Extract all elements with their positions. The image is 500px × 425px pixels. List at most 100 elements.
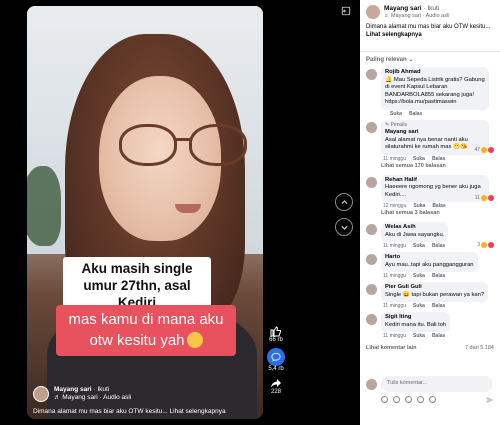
panel-follow-button[interactable]: · Ikuti	[423, 5, 439, 12]
comment-item: Rehan Halif Haeeere ngomong yg bener aku …	[360, 174, 500, 220]
reaction-summary[interactable]: 11	[474, 194, 494, 201]
comment-meta: 11 minggu Suka Balas	[381, 332, 450, 339]
comment-time[interactable]: 11 minggu	[383, 303, 406, 309]
avatar[interactable]	[366, 254, 377, 265]
video-author[interactable]: Mayang sari · Ikuti ♬ Mayang sari · Audi…	[33, 386, 131, 402]
avatar[interactable]	[366, 121, 377, 133]
comment-time[interactable]: 11 minggu	[383, 333, 406, 339]
share-icon	[271, 379, 281, 388]
author-badge: ✎ Penulis	[385, 121, 407, 128]
sticker-icon[interactable]	[429, 396, 436, 403]
comment-author[interactable]: Harto	[385, 254, 474, 262]
video-actions: 66 rb 5,4 rb 228	[266, 325, 286, 398]
previous-video-button[interactable]	[335, 193, 353, 211]
share-action[interactable]: 228	[270, 377, 282, 395]
comment-row: ✎ Penulis Mayang sari Asal alamat nya bena…	[360, 119, 500, 162]
like-comment-button[interactable]: Suka	[413, 303, 425, 309]
comment-row: Harto Ayu mau..tapi aku panggangguran 11 m…	[360, 252, 500, 279]
comment-author[interactable]: Welas Asih	[385, 224, 444, 232]
like-comment-button[interactable]: Suka	[413, 243, 425, 249]
avatar	[366, 378, 377, 390]
comment-time[interactable]: 12 minggu	[383, 203, 406, 209]
like-comment-button[interactable]: Suka	[413, 203, 425, 209]
grin-emoji-icon	[186, 332, 203, 348]
video-description[interactable]: Dimana alamat mu mas biar aku OTW kesitu…	[33, 408, 226, 415]
avatar[interactable]	[366, 314, 377, 325]
video-caption-bottom: mas kamu di mana aku otw kesitu yah	[56, 305, 236, 356]
sort-dropdown[interactable]: Paling relevan ⌄	[360, 52, 500, 67]
reply-comment-button[interactable]: Balas	[432, 273, 445, 279]
video-player[interactable]	[27, 6, 263, 419]
reply-comment-button[interactable]: Balas	[432, 303, 445, 309]
emoji-icon[interactable]	[393, 396, 400, 403]
comment-author[interactable]: Rehan Halif	[385, 177, 485, 185]
comment-time[interactable]: 11 minggu	[383, 273, 406, 279]
see-more-link[interactable]: Lihat selengkapnya	[366, 32, 422, 38]
comment-row: Welas Asih Aku di Jawa sayangku. 11 minggu…	[360, 222, 500, 249]
comment-author[interactable]: Sigit Iting	[385, 314, 446, 322]
video-author-name[interactable]: Mayang sari	[54, 386, 92, 393]
send-icon[interactable]	[486, 396, 494, 404]
comment-icon	[267, 348, 285, 366]
share-count: 228	[270, 389, 281, 395]
reply-comment-button[interactable]: Balas	[432, 333, 445, 339]
avatar[interactable]	[366, 284, 377, 295]
chevron-down-icon	[340, 225, 348, 230]
like-comment-button[interactable]: Suka	[390, 111, 402, 117]
comment-item: Rojib Ahmad 🔔 Mau Sepeda Listrik gratis? …	[360, 67, 500, 117]
panel-audio-label[interactable]: ♬ Mayang sari · Audio asli	[384, 13, 449, 20]
avatar-sticker-icon[interactable]	[381, 396, 388, 403]
comment-row: Rehan Halif Haeeere ngomong yg bener aku …	[360, 174, 500, 209]
comment-time[interactable]: 11 minggu	[383, 243, 406, 249]
comment-input[interactable]: Tulis komentar...	[381, 376, 493, 392]
video-audio-label[interactable]: ♬ Mayang sari · Audio asli	[54, 394, 131, 402]
avatar[interactable]	[33, 386, 49, 402]
reply-comment-button[interactable]: Balas	[432, 203, 445, 209]
more-comments-link[interactable]: Lihat komentar lain	[366, 345, 416, 351]
reaction-summary[interactable]: 47	[474, 146, 494, 153]
like-action[interactable]: 66 rb	[269, 325, 283, 343]
comment-row: Rojib Ahmad 🔔 Mau Sepeda Listrik gratis? …	[360, 67, 500, 117]
comment-action[interactable]: 5,4 rb	[267, 348, 285, 372]
panel-author-name[interactable]: Mayang sari	[384, 5, 422, 12]
comment-bubble: Welas Asih Aku di Jawa sayangku.	[381, 222, 449, 242]
next-video-button[interactable]	[335, 218, 353, 236]
comment-meta: Suka Balas	[381, 110, 489, 117]
comment-time[interactable]: 11 minggu	[383, 156, 406, 162]
gif-icon[interactable]	[417, 396, 424, 403]
video-follow-button[interactable]: · Ikuti	[93, 386, 109, 393]
like-comment-button[interactable]: Suka	[413, 273, 425, 279]
panel-author: Mayang sari · Ikuti ♬ Mayang sari · Audi…	[360, 0, 500, 20]
reaction-summary[interactable]: 3	[477, 242, 494, 248]
reply-comment-button[interactable]: Balas	[409, 111, 422, 117]
avatar[interactable]	[366, 176, 377, 188]
comment-meta: 11 minggu Suka Balas	[381, 242, 448, 249]
comments-panel: Mayang sari · Ikuti ♬ Mayang sari · Audi…	[360, 0, 500, 425]
comment-bubble: ✎ Penulis Mayang sari Asal alamat nya bena…	[381, 119, 489, 155]
comment-bubble: Rojib Ahmad 🔔 Mau Sepeda Listrik gratis? …	[381, 67, 489, 110]
comment-item: Pier Guli Guli Single 😄 tapi bukan perawa…	[360, 282, 500, 309]
comment-item: Welas Asih Aku di Jawa sayangku. 11 minggu…	[360, 222, 500, 249]
view-replies-link[interactable]: Lihat semua 170 balasan	[360, 162, 500, 172]
like-comment-button[interactable]: Suka	[413, 156, 425, 162]
comment-author[interactable]: Pier Guli Guli	[385, 284, 484, 292]
haha-reaction-icon	[481, 242, 487, 248]
reply-comment-button[interactable]: Balas	[432, 156, 445, 162]
reaction-count: 11	[474, 194, 480, 201]
exit-fullscreen-icon[interactable]	[341, 6, 351, 16]
camera-icon[interactable]	[405, 396, 412, 403]
love-reaction-icon	[488, 146, 494, 153]
reply-comment-button[interactable]: Balas	[432, 243, 445, 249]
avatar[interactable]	[366, 224, 377, 235]
comment-text: Haeeere ngomong yg bener aku juga Kediri…	[385, 184, 481, 198]
comment-text: Kediri mana itu. Bali toh	[385, 321, 447, 328]
comment-text: Asal alamat nya benar nanti aku silatura…	[385, 136, 468, 151]
view-replies-link[interactable]: Lihat semua 3 balasan	[360, 209, 500, 219]
like-comment-button[interactable]: Suka	[413, 333, 425, 339]
panel-caption-text: Dimana alamat mu mas biar aku OTW kesitu…	[366, 24, 491, 30]
comment-author[interactable]: Mayang sari	[385, 129, 485, 137]
comment-author[interactable]: Rojib Ahmad	[385, 69, 485, 77]
love-reaction-icon	[488, 194, 494, 201]
avatar[interactable]	[366, 69, 377, 80]
avatar[interactable]	[366, 5, 380, 19]
